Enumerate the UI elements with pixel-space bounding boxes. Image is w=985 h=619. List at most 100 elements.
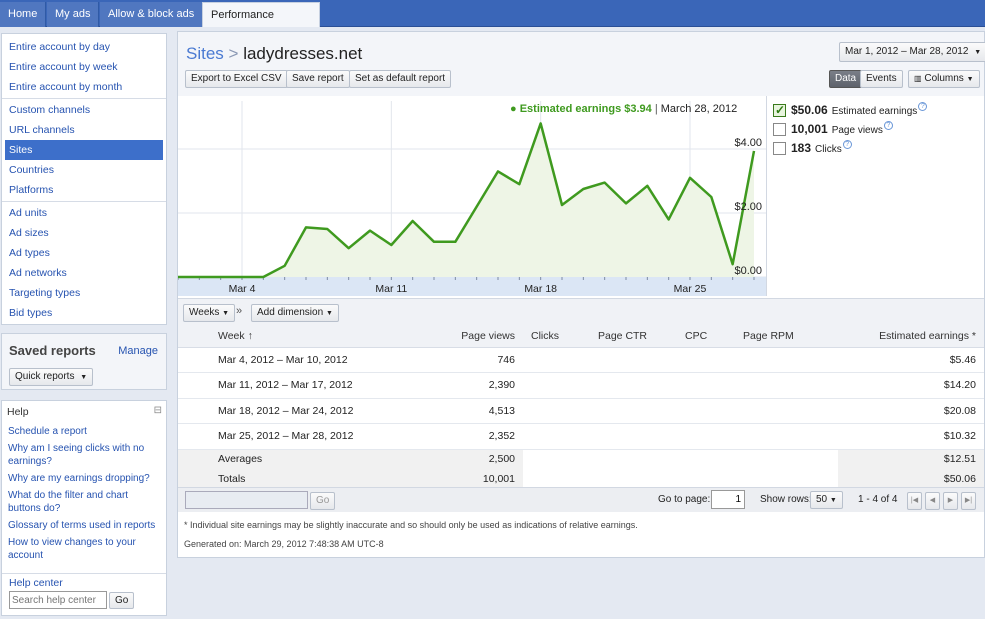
earnings-chart-svg: $4.00 $2.00 $0.00 Mar 4 Mar 11 Mar 18 Mar 25 — [177, 101, 766, 296]
nav-entire-account-by-day[interactable]: Entire account by day — [2, 37, 166, 57]
prev-page-icon[interactable]: ◀ — [925, 492, 940, 510]
tab-my-ads[interactable]: My ads — [47, 2, 100, 27]
help-link-glossary[interactable]: Glossary of terms used in reports — [2, 517, 166, 534]
columns-label: Columns — [924, 73, 964, 84]
last-page-icon[interactable]: ▶| — [961, 492, 976, 510]
help-search-go-button[interactable]: Go — [109, 592, 135, 609]
help-divider — [2, 573, 166, 574]
breadcrumb-sites[interactable]: Sites — [186, 44, 224, 63]
help-link-earnings-dropping[interactable]: Why are my earnings dropping? — [2, 470, 166, 487]
metric-name: Estimated earnings — [831, 106, 918, 117]
dimension-toolbar: Weeks ▼ » Add dimension ▼ — [178, 298, 984, 325]
checkbox-checked-icon[interactable]: ✓ — [773, 103, 786, 117]
nav-url-channels[interactable]: URL channels — [2, 120, 166, 140]
column-header-cpc[interactable]: CPC — [673, 325, 743, 348]
date-range-dropdown[interactable]: Mar 1, 2012 – Mar 28, 2012 ▼ — [839, 42, 985, 62]
help-link-schedule[interactable]: Schedule a report — [2, 423, 166, 440]
table-row: Mar 18, 2012 – Mar 24, 2012 4,513 $20.08 — [178, 398, 984, 424]
y-tick-label: $4.00 — [734, 137, 762, 149]
nav-sites[interactable]: Sites — [5, 140, 163, 160]
column-header-estimated-earnings[interactable]: Estimated earnings * — [838, 325, 984, 348]
nav-platforms[interactable]: Platforms — [2, 180, 166, 200]
help-link-view-changes[interactable]: How to view changes to your account — [2, 534, 166, 564]
dropdown-arrow-icon: ▼ — [325, 310, 333, 317]
events-toggle-button[interactable]: Events — [860, 70, 903, 88]
nav-bid-types[interactable]: Bid types — [2, 303, 166, 323]
column-header-page-ctr[interactable]: Page CTR — [598, 325, 673, 348]
collapse-icon[interactable]: ⊟ — [154, 405, 162, 416]
show-rows-label: Show rows: — [760, 494, 812, 505]
totals-page-views: 10,001 — [428, 469, 523, 489]
checkbox-icon[interactable] — [773, 122, 786, 136]
save-report-button[interactable]: Save report — [286, 70, 350, 88]
rows-per-page-value: 50 — [816, 494, 828, 505]
saved-reports-title: Saved reports — [9, 343, 96, 358]
help-panel: Help ⊟ Schedule a report Why am I seeing… — [1, 400, 167, 616]
help-icon[interactable]: ? — [918, 102, 928, 111]
cell-week: Mar 25, 2012 – Mar 28, 2012 — [218, 423, 428, 450]
metric-estimated-earnings[interactable]: ✓ $50.06 Estimated earnings? — [773, 102, 928, 118]
help-search-input[interactable] — [9, 591, 107, 609]
nav-ad-units[interactable]: Ad units — [2, 203, 166, 223]
tab-allow-block-ads[interactable]: Allow & block ads — [100, 2, 204, 27]
add-dimension-label: Add dimension — [257, 307, 324, 318]
generated-timestamp: Generated on: March 29, 2012 7:48:38 AM … — [184, 539, 384, 549]
table-header-row: Week ↑ Page views Clicks Page CTR CPC Pa… — [178, 325, 984, 348]
page-title: Sites > ladydresses.net — [186, 44, 362, 64]
metric-name: Page views — [831, 125, 883, 136]
quick-reports-dropdown[interactable]: Quick reports ▼ — [9, 368, 94, 386]
nav-entire-account-by-month[interactable]: Entire account by month — [2, 77, 166, 97]
date-range-label: Mar 1, 2012 – Mar 28, 2012 — [845, 46, 969, 57]
export-csv-button[interactable]: Export to Excel CSV — [185, 70, 288, 88]
help-icon[interactable]: ? — [883, 121, 893, 130]
tooltip-date: March 28, 2012 — [660, 103, 738, 115]
metric-clicks[interactable]: 183 Clicks? — [773, 140, 852, 156]
add-dimension-dropdown[interactable]: Add dimension ▼ — [251, 304, 339, 322]
nav-ad-sizes[interactable]: Ad sizes — [2, 223, 166, 243]
cell-earnings: $10.32 — [838, 423, 984, 450]
help-link-clicks-no-earnings[interactable]: Why am I seeing clicks with no earnings? — [2, 440, 166, 470]
help-link-filter-buttons[interactable]: What do the filter and chart buttons do? — [2, 487, 166, 517]
help-icon[interactable]: ? — [842, 140, 852, 149]
dropdown-arrow-icon: ▼ — [80, 374, 88, 381]
nav-ad-networks[interactable]: Ad networks — [2, 263, 166, 283]
cell-earnings: $20.08 — [838, 398, 984, 424]
first-page-icon[interactable]: |◀ — [907, 492, 922, 510]
totals-row: Totals 10,001 $50.06 — [178, 469, 984, 489]
set-default-report-button[interactable]: Set as default report — [349, 70, 452, 88]
help-center-link[interactable]: Help center — [9, 577, 63, 589]
filter-go-button[interactable]: Go — [310, 492, 336, 510]
nav-entire-account-by-week[interactable]: Entire account by week — [2, 57, 166, 77]
columns-button[interactable]: ▥ Columns ▼ — [908, 70, 980, 88]
metric-page-views[interactable]: 10,001 Page views? — [773, 121, 893, 137]
cell-earnings: $5.46 — [838, 347, 984, 373]
table-row: Mar 4, 2012 – Mar 10, 2012 746 $5.46 — [178, 347, 984, 373]
site-name: ladydresses.net — [243, 44, 363, 63]
dropdown-arrow-icon: ▼ — [222, 310, 230, 317]
filter-input[interactable] — [185, 491, 308, 509]
nav-targeting-types[interactable]: Targeting types — [2, 283, 166, 303]
totals-label: Totals — [218, 469, 428, 489]
earnings-chart: $4.00 $2.00 $0.00 Mar 4 Mar 11 Mar 18 Mar 25 ●… — [177, 96, 766, 296]
nav-ad-types[interactable]: Ad types — [2, 243, 166, 263]
column-header-page-rpm[interactable]: Page RPM — [743, 325, 838, 348]
checkbox-icon[interactable] — [773, 141, 786, 155]
column-header-week[interactable]: Week ↑ — [218, 325, 428, 348]
x-tick-label: Mar 11 — [375, 283, 407, 295]
pager-range: 1 - 4 of 4 — [858, 494, 898, 505]
next-page-icon[interactable]: ▶ — [943, 492, 958, 510]
column-header-clicks[interactable]: Clicks — [523, 325, 598, 348]
saved-reports-panel: Saved reports Manage Quick reports ▼ — [1, 333, 167, 390]
rows-per-page-dropdown[interactable]: 50 ▼ — [810, 491, 843, 509]
top-navigation: Home My ads Allow & block ads Performanc… — [0, 0, 985, 46]
column-header-page-views[interactable]: Page views — [428, 325, 523, 348]
nav-countries[interactable]: Countries — [2, 160, 166, 180]
data-toggle-button[interactable]: Data — [829, 70, 863, 88]
page-number-input[interactable] — [711, 490, 745, 509]
weeks-dropdown[interactable]: Weeks ▼ — [183, 304, 236, 322]
nav-custom-channels[interactable]: Custom channels — [2, 100, 166, 120]
manage-link[interactable]: Manage — [118, 345, 158, 357]
dropdown-arrow-icon: ▼ — [966, 76, 974, 83]
tab-performance-reports[interactable]: Performance reports — [202, 2, 320, 46]
tab-home[interactable]: Home — [0, 2, 47, 27]
